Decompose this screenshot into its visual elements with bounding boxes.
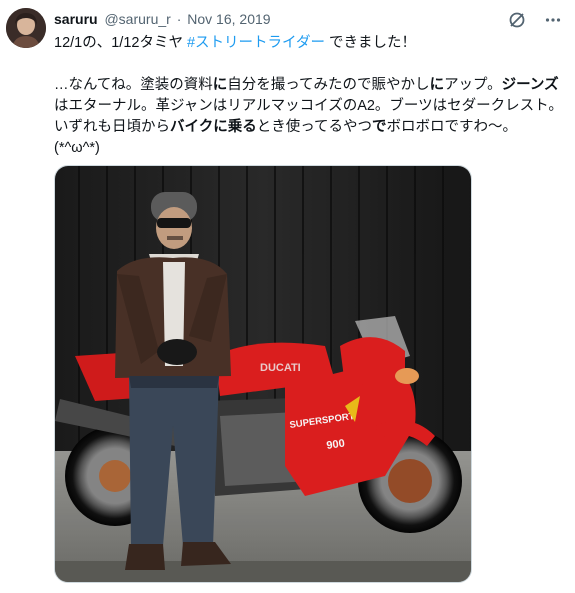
p2-k: ボロボロですわ〜。 — [386, 119, 518, 135]
grok-slash-icon[interactable] — [507, 10, 527, 30]
p2-d: に — [429, 77, 445, 93]
tweet: saruru @saruru_r · Nov 16, 2019 12/1の、1/… — [0, 0, 575, 593]
p2-c: 自分を撮ってみたので賑やかし — [227, 77, 430, 93]
hashtag-link[interactable]: #ストリートライダー — [187, 35, 325, 51]
user-handle[interactable]: @saruru_r — [104, 11, 170, 27]
tweet-header: saruru @saruru_r · Nov 16, 2019 — [54, 9, 271, 29]
avatar[interactable] — [6, 8, 46, 48]
tweet-text: 12/1の、1/12タミヤ #ストリートライダー できました！ …なんてね。塗装… — [54, 33, 566, 159]
p2-j: で — [372, 119, 387, 135]
top-icons — [507, 10, 563, 30]
p2-b: に — [212, 77, 228, 93]
p2-l: (*^ω^*) — [54, 140, 100, 156]
line1-suffix: できました！ — [324, 35, 416, 51]
display-name[interactable]: saruru — [54, 11, 98, 27]
p2-a: …なんてね。塗装の資料 — [54, 77, 213, 93]
photo-scene: DUCATI SUPERSPORT 900 — [55, 166, 471, 582]
separator-dot: · — [176, 11, 182, 27]
tweet-date[interactable]: Nov 16, 2019 — [187, 11, 270, 27]
p2-e: アップ。 — [444, 77, 502, 93]
p2-i: とき使ってるやつ — [256, 119, 372, 135]
tweet-photo[interactable]: DUCATI SUPERSPORT 900 — [54, 165, 472, 583]
p2-h: バイクに乗る — [170, 119, 257, 135]
p2-f: ジーンズ — [501, 77, 559, 93]
more-dots-icon[interactable] — [543, 10, 563, 30]
line1-prefix: 12/1の、1/12タミヤ — [54, 35, 187, 51]
